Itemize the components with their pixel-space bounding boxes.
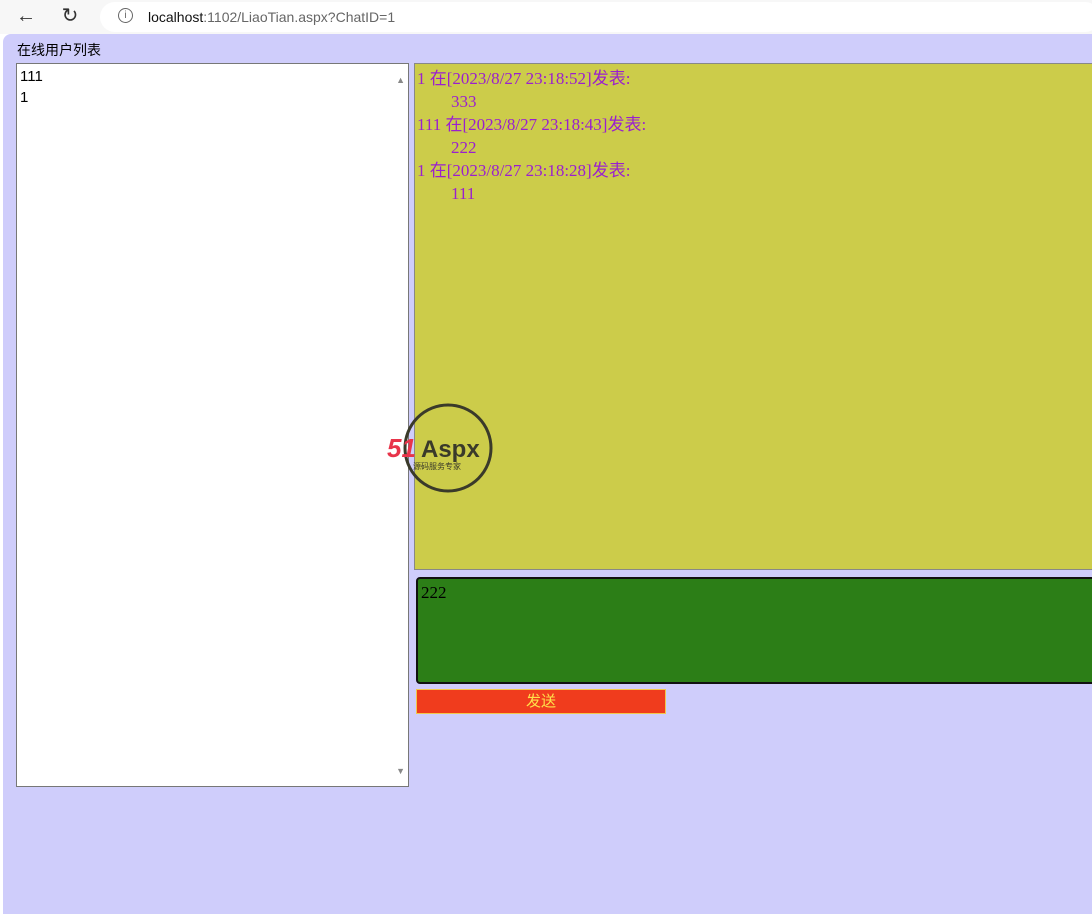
scroll-up-icon[interactable]: ▲: [396, 70, 405, 91]
watermark-logo: 51 Aspx 源码服务专家: [387, 403, 493, 493]
message-header: 1 在[2023/8/27 23:18:52]发表:: [417, 69, 631, 88]
message-body: 111: [451, 184, 476, 203]
back-icon[interactable]: ←: [14, 5, 38, 29]
message-input[interactable]: 222: [416, 577, 1092, 684]
reload-icon[interactable]: ↻: [58, 5, 82, 29]
user-item[interactable]: 111: [20, 66, 405, 87]
browser-toolbar: ← ↻ localhost:1102/LiaoTian.aspx?ChatID=…: [0, 0, 1092, 34]
svg-text:51: 51: [387, 433, 416, 463]
user-item[interactable]: 1: [20, 87, 405, 108]
message-header: 111 在[2023/8/27 23:18:43]发表:: [417, 115, 647, 134]
url-host: localhost: [148, 9, 204, 25]
svg-text:源码服务专家: 源码服务专家: [413, 461, 461, 471]
message-body: 333: [451, 92, 477, 111]
message-list: 1 在[2023/8/27 23:18:52]发表: 333 111 在[202…: [414, 63, 1092, 570]
url-path: :1102/LiaoTian.aspx?ChatID=1: [203, 9, 396, 25]
online-users-title: 在线用户列表: [17, 42, 101, 58]
chat-page: 在线用户列表 111 1 ▲ ▼ 1 在[2023/8/27 23:18:52]…: [3, 34, 1092, 914]
scroll-down-icon[interactable]: ▼: [396, 761, 405, 782]
message-header: 1 在[2023/8/27 23:18:28]发表:: [417, 161, 631, 180]
online-users-list[interactable]: 111 1 ▲ ▼: [16, 63, 409, 787]
info-icon[interactable]: i: [118, 8, 133, 23]
address-bar[interactable]: localhost:1102/LiaoTian.aspx?ChatID=1: [100, 2, 1092, 32]
message-body: 222: [451, 138, 477, 157]
svg-text:Aspx: Aspx: [421, 436, 480, 463]
send-button[interactable]: 发送: [416, 689, 666, 714]
